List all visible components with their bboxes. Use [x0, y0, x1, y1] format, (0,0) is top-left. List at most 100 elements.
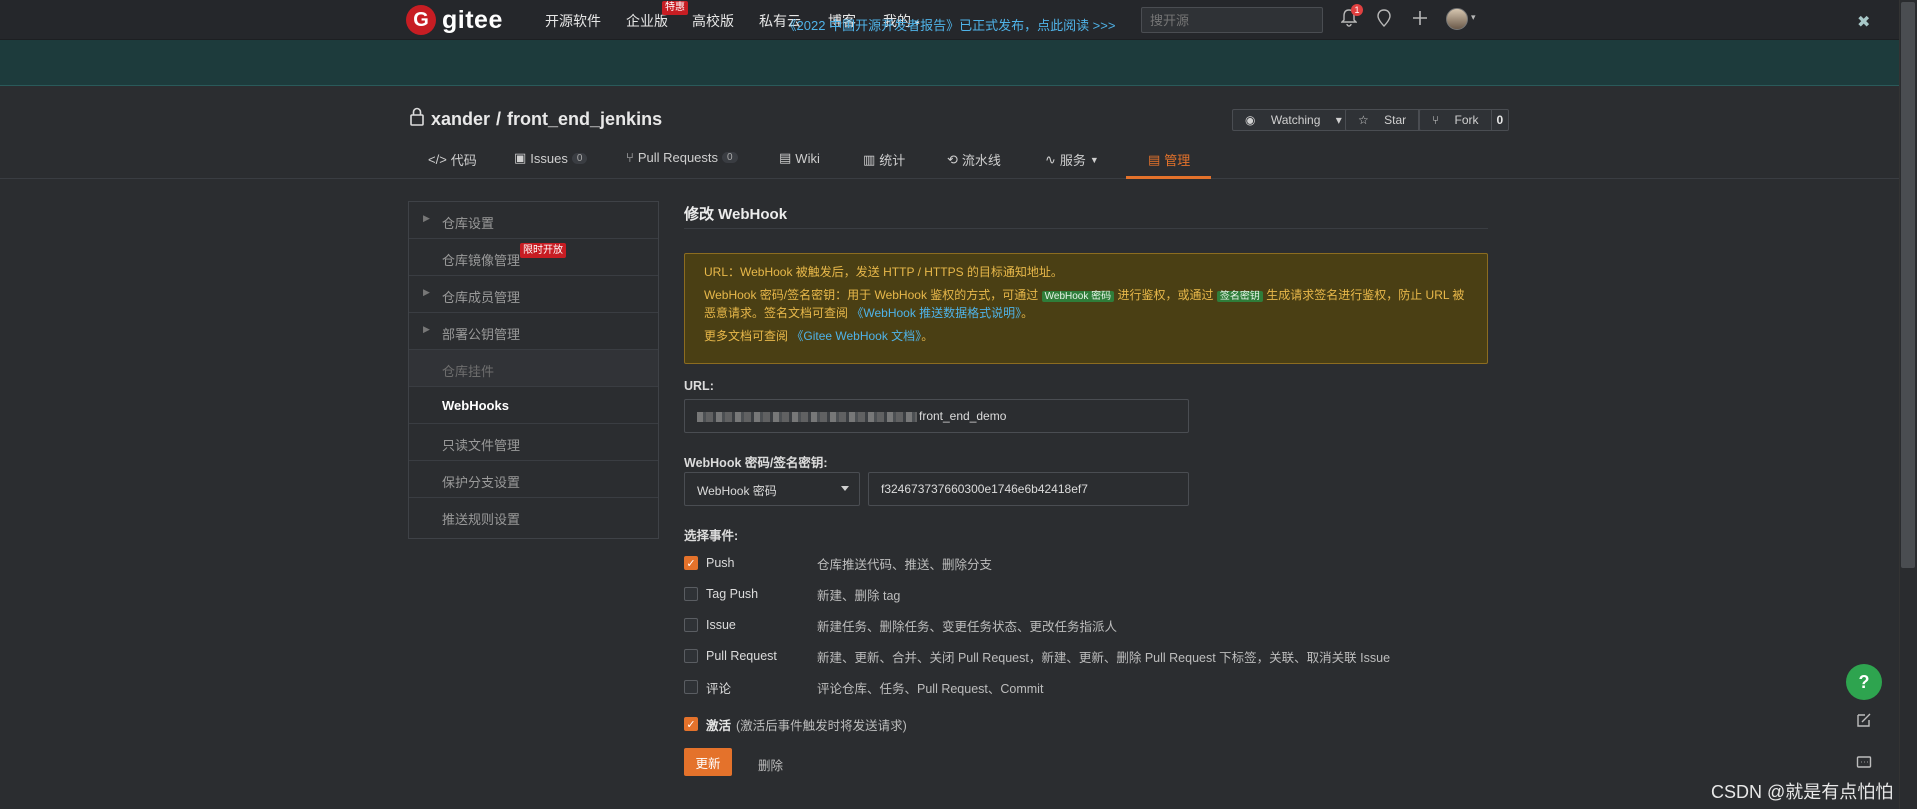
gitee-webhook-doc-link[interactable]: 《Gitee WebHook 文档》	[791, 329, 921, 343]
tab-label: Wiki	[795, 150, 820, 166]
chevron-down-icon: ▼	[1089, 154, 1099, 165]
info-text: 。	[921, 329, 934, 343]
tab-issues[interactable]: ▣ Issues 0	[514, 150, 588, 166]
eye-icon: ◉	[1245, 113, 1256, 127]
redacted-url-segment	[697, 411, 917, 422]
repo-owner-link[interactable]: xander	[431, 109, 490, 130]
fork-icon: ⑂	[1432, 113, 1440, 127]
tab-label: 代码	[450, 153, 477, 168]
tab-label: Pull Requests	[637, 150, 719, 165]
sidebar-item-repo-settings[interactable]: ▶ 仓库设置	[409, 202, 658, 239]
code-icon: </>	[428, 152, 447, 167]
limited-open-badge: 限时开放	[520, 243, 566, 258]
event-desc: 新建、更新、合并、关闭 Pull Request，新建、更新、删除 Pull R…	[817, 650, 1391, 665]
activate-row: ✓ 激活 (激活后事件触发时将发送请求)	[684, 714, 907, 734]
close-icon[interactable]: ✖	[1857, 12, 1870, 32]
comment-icon[interactable]	[1856, 755, 1872, 774]
event-name: 评论	[706, 681, 732, 696]
url-input[interactable]: front_end_demo	[684, 399, 1189, 433]
active-tab-indicator	[1126, 176, 1211, 179]
update-button[interactable]: 更新	[684, 748, 732, 776]
announcement-link[interactable]: 《2022 中国开源开发者报告》已正式发布，点此阅读 >>>	[0, 15, 1899, 34]
tab-pipeline[interactable]: ⟲ 流水线	[947, 150, 1001, 169]
settings-sidebar: ▶ 仓库设置 仓库镜像管理 限时开放 ▶ 仓库成员管理 ▶ 部署公钥管理 仓库挂件 W…	[408, 201, 659, 539]
pipeline-icon: ⟲	[947, 151, 958, 167]
activate-label: 激活	[706, 718, 732, 733]
secret-value: f324673737660300e1746e6b42418ef7	[881, 482, 1088, 496]
tab-stats[interactable]: ▥ 统计	[863, 150, 905, 169]
pulse-icon: ∿	[1045, 151, 1056, 167]
event-name: Tag Push	[706, 587, 759, 601]
repo-path-separator: /	[496, 108, 502, 129]
push-checkbox[interactable]: ✓	[684, 556, 698, 570]
tab-wiki[interactable]: ▤ Wiki	[779, 150, 820, 166]
sidebar-item-widgets[interactable]: 仓库挂件	[409, 350, 658, 387]
event-desc: 仓库推送代码、推送、删除分支	[817, 557, 993, 572]
tab-label: 管理	[1164, 153, 1191, 168]
sidebar-item-readonly-files[interactable]: 只读文件管理	[409, 424, 658, 461]
bar-chart-icon: ▥	[863, 151, 876, 167]
sidebar-item-push-rules[interactable]: 推送规则设置	[409, 498, 658, 535]
event-desc: 新建任务、删除任务、变更任务状态、更改任务指派人	[817, 619, 1118, 634]
tab-services[interactable]: ∿ 服务 ▼	[1045, 150, 1099, 169]
sidebar-item-deploy-keys[interactable]: ▶ 部署公钥管理	[409, 313, 658, 350]
secret-type-select[interactable]: WebHook 密码	[684, 472, 860, 506]
tab-code[interactable]: </> 代码	[428, 150, 477, 169]
event-row-comment: 评论 评论仓库、任务、Pull Request、Commit	[684, 677, 1043, 697]
signing-key-tag: 签名密钥	[1216, 291, 1263, 302]
comment-checkbox[interactable]	[684, 680, 698, 694]
repo-name-link[interactable]: front_end_jenkins	[507, 109, 662, 130]
info-url-line: URL：WebHook 被触发后，发送 HTTP / HTTPS 的目标通知地址…	[704, 265, 1063, 279]
webhook-info-box: URL：WebHook 被触发后，发送 HTTP / HTTPS 的目标通知地址…	[684, 253, 1488, 364]
caret-right-icon: ▶	[423, 287, 430, 297]
info-text: 进行鉴权，或通过	[1117, 288, 1214, 302]
sidebar-item-members[interactable]: ▶ 仓库成员管理	[409, 276, 658, 313]
sidebar-item-protected-branches[interactable]: 保护分支设置	[409, 461, 658, 498]
watch-label: Watching	[1270, 113, 1321, 127]
document-icon: ▤	[1148, 151, 1161, 167]
pull-requests-count: 0	[722, 152, 738, 163]
tab-manage[interactable]: ▤ 管理	[1148, 150, 1190, 169]
events-label: 选择事件:	[684, 529, 739, 543]
sidebar-item-label: 保护分支设置	[442, 475, 521, 490]
activate-checkbox[interactable]: ✓	[684, 717, 698, 731]
activate-hint: (激活后事件触发时将发送请求)	[736, 718, 907, 733]
webhook-password-tag: WebHook 密码	[1041, 291, 1115, 302]
fork-label: Fork	[1454, 113, 1479, 127]
edit-icon[interactable]	[1856, 712, 1872, 731]
event-row-tag-push: Tag Push 新建、删除 tag	[684, 584, 900, 604]
tag-push-checkbox[interactable]	[684, 587, 698, 601]
fork-count[interactable]: 0	[1490, 110, 1509, 130]
sidebar-item-label: WebHooks	[442, 398, 509, 413]
page-title: 修改 WebHook	[684, 206, 788, 223]
help-button[interactable]: ?	[1846, 664, 1882, 700]
secret-label: WebHook 密码/签名密钥:	[684, 456, 828, 470]
issues-count: 0	[571, 152, 588, 164]
delete-button[interactable]: 删除	[758, 755, 783, 774]
fork-button[interactable]: ⑂ Fork 0	[1419, 109, 1510, 131]
book-icon: ▤	[779, 150, 792, 165]
lock-icon	[409, 107, 425, 131]
sidebar-item-label: 推送规则设置	[442, 512, 521, 527]
pull-request-checkbox[interactable]	[684, 649, 698, 663]
announcement-banner	[0, 40, 1899, 86]
tab-pull-requests[interactable]: ⑂ Pull Requests 0	[626, 150, 738, 165]
push-format-doc-link[interactable]: 《WebHook 推送数据格式说明》	[851, 306, 1021, 320]
secret-input[interactable]: f324673737660300e1746e6b42418ef7	[868, 472, 1189, 506]
caret-right-icon: ▶	[423, 324, 430, 334]
issue-checkbox[interactable]	[684, 618, 698, 632]
scrollbar-thumb[interactable]	[1901, 2, 1915, 568]
star-icon: ☆	[1358, 113, 1369, 127]
url-value: front_end_demo	[919, 409, 1007, 423]
sidebar-item-label: 仓库镜像管理	[442, 253, 521, 268]
repo-title: xander / front_end_jenkins	[409, 107, 662, 131]
event-row-pull-request: Pull Request 新建、更新、合并、关闭 Pull Request，新建…	[684, 646, 1390, 666]
sidebar-item-label: 只读文件管理	[442, 438, 521, 453]
title-divider	[684, 228, 1488, 229]
enterprise-promo-badge: 特惠	[662, 1, 688, 15]
info-more-docs-line: 更多文档可查阅 《Gitee WebHook 文档》。	[704, 328, 1468, 344]
sidebar-item-webhooks[interactable]: WebHooks	[409, 387, 658, 424]
event-name: Issue	[706, 618, 736, 632]
sidebar-item-label: 仓库设置	[442, 216, 495, 231]
event-desc: 评论仓库、任务、Pull Request、Commit	[817, 681, 1044, 696]
